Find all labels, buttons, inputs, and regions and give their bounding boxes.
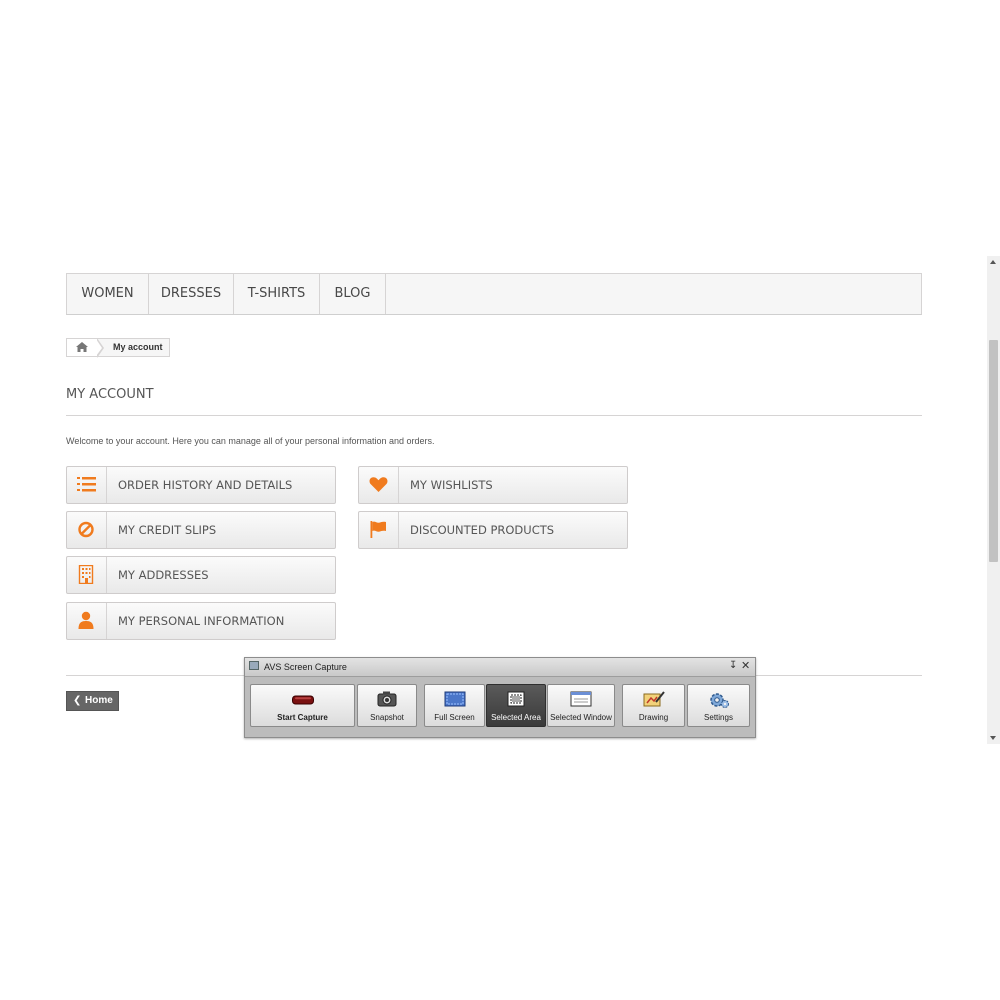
heart-icon: [369, 477, 388, 492]
drawing-label: Drawing: [638, 713, 669, 722]
user-icon: [78, 611, 94, 629]
settings-button[interactable]: Settings: [687, 684, 750, 727]
full-screen-button[interactable]: Full Screen: [424, 684, 485, 727]
credit-slips-button[interactable]: MY CREDIT SLIPS: [66, 511, 336, 549]
breadcrumb: My account: [66, 338, 170, 358]
menu-item-women[interactable]: WOMEN: [67, 274, 149, 314]
order-history-icon-box: [67, 467, 107, 503]
settings-label: Settings: [704, 713, 733, 722]
gear-icon: [709, 693, 729, 708]
heading-divider: [66, 415, 922, 416]
menu-item-blog[interactable]: BLOG: [320, 274, 386, 314]
menu-item-dresses[interactable]: DRESSES: [149, 274, 234, 314]
selected-window-button[interactable]: Selected Window: [547, 684, 615, 727]
selected-area-button[interactable]: Selected Area: [486, 684, 546, 727]
credit-slips-label: MY CREDIT SLIPS: [118, 523, 217, 537]
chevron-left-icon: ❮: [73, 695, 82, 706]
start-capture-button[interactable]: Start Capture: [250, 684, 355, 727]
camera-icon: [377, 691, 397, 707]
drawing-button[interactable]: Drawing: [622, 684, 685, 727]
snapshot-button[interactable]: Snapshot: [357, 684, 417, 727]
list-ol-icon: [77, 477, 96, 492]
scroll-down-icon[interactable]: [990, 736, 996, 740]
home-button[interactable]: ❮ Home: [66, 691, 119, 711]
menu-item-tshirts[interactable]: T-SHIRTS: [234, 274, 320, 314]
full-screen-icon: [444, 691, 465, 707]
capture-titlebar[interactable]: AVS Screen Capture ↧ ✕: [245, 658, 755, 677]
start-capture-label: Start Capture: [277, 713, 328, 722]
discounted-products-label: DISCOUNTED PRODUCTS: [410, 523, 555, 537]
ban-icon: [78, 521, 94, 538]
addresses-icon-box: [67, 557, 107, 593]
personal-info-button[interactable]: MY PERSONAL INFORMATION: [66, 602, 336, 640]
addresses-button[interactable]: MY ADDRESSES: [66, 556, 336, 594]
discounted-products-button[interactable]: DISCOUNTED PRODUCTS: [358, 511, 628, 549]
home-icon: [76, 342, 88, 352]
breadcrumb-separator-inner: [96, 339, 102, 356]
order-history-button[interactable]: ORDER HISTORY AND DETAILS: [66, 466, 336, 504]
wishlists-label: MY WISHLISTS: [410, 478, 493, 492]
welcome-text: Welcome to your account. Here you can ma…: [66, 436, 435, 446]
wishlists-icon-box: [359, 467, 399, 503]
app-icon: [249, 661, 259, 670]
close-icon[interactable]: ✕: [741, 659, 750, 673]
scrollbar-thumb[interactable]: [989, 340, 998, 562]
pin-icon[interactable]: ↧: [729, 660, 737, 672]
selected-window-label: Selected Window: [550, 713, 612, 722]
addresses-label: MY ADDRESSES: [118, 568, 209, 582]
home-button-label: Home: [85, 695, 113, 706]
snapshot-label: Snapshot: [370, 713, 404, 722]
selected-window-icon: [570, 691, 592, 707]
credit-slips-icon-box: [67, 512, 107, 548]
wishlists-button[interactable]: MY WISHLISTS: [358, 466, 628, 504]
personal-info-icon-box: [67, 603, 107, 639]
flag-icon: [370, 521, 386, 538]
personal-info-label: MY PERSONAL INFORMATION: [118, 614, 285, 628]
discounted-products-icon-box: [359, 512, 399, 548]
scroll-up-icon[interactable]: [990, 260, 996, 264]
full-screen-label: Full Screen: [434, 713, 475, 722]
selected-area-icon: [507, 691, 525, 707]
page-title: MY ACCOUNT: [66, 387, 154, 402]
top-menu: WOMEN DRESSES T-SHIRTS BLOG: [66, 273, 922, 315]
screen-capture-toolbar: AVS Screen Capture ↧ ✕ Start Capture Sna…: [244, 657, 756, 738]
order-history-label: ORDER HISTORY AND DETAILS: [118, 478, 293, 492]
selected-area-label: Selected Area: [491, 713, 541, 722]
building-icon: [78, 565, 94, 584]
breadcrumb-home-link[interactable]: [67, 339, 97, 356]
record-icon: [291, 695, 314, 705]
vertical-scrollbar[interactable]: [987, 256, 1000, 744]
breadcrumb-current: My account: [113, 342, 163, 352]
drawing-icon: [643, 691, 665, 707]
capture-title: AVS Screen Capture: [264, 662, 347, 672]
